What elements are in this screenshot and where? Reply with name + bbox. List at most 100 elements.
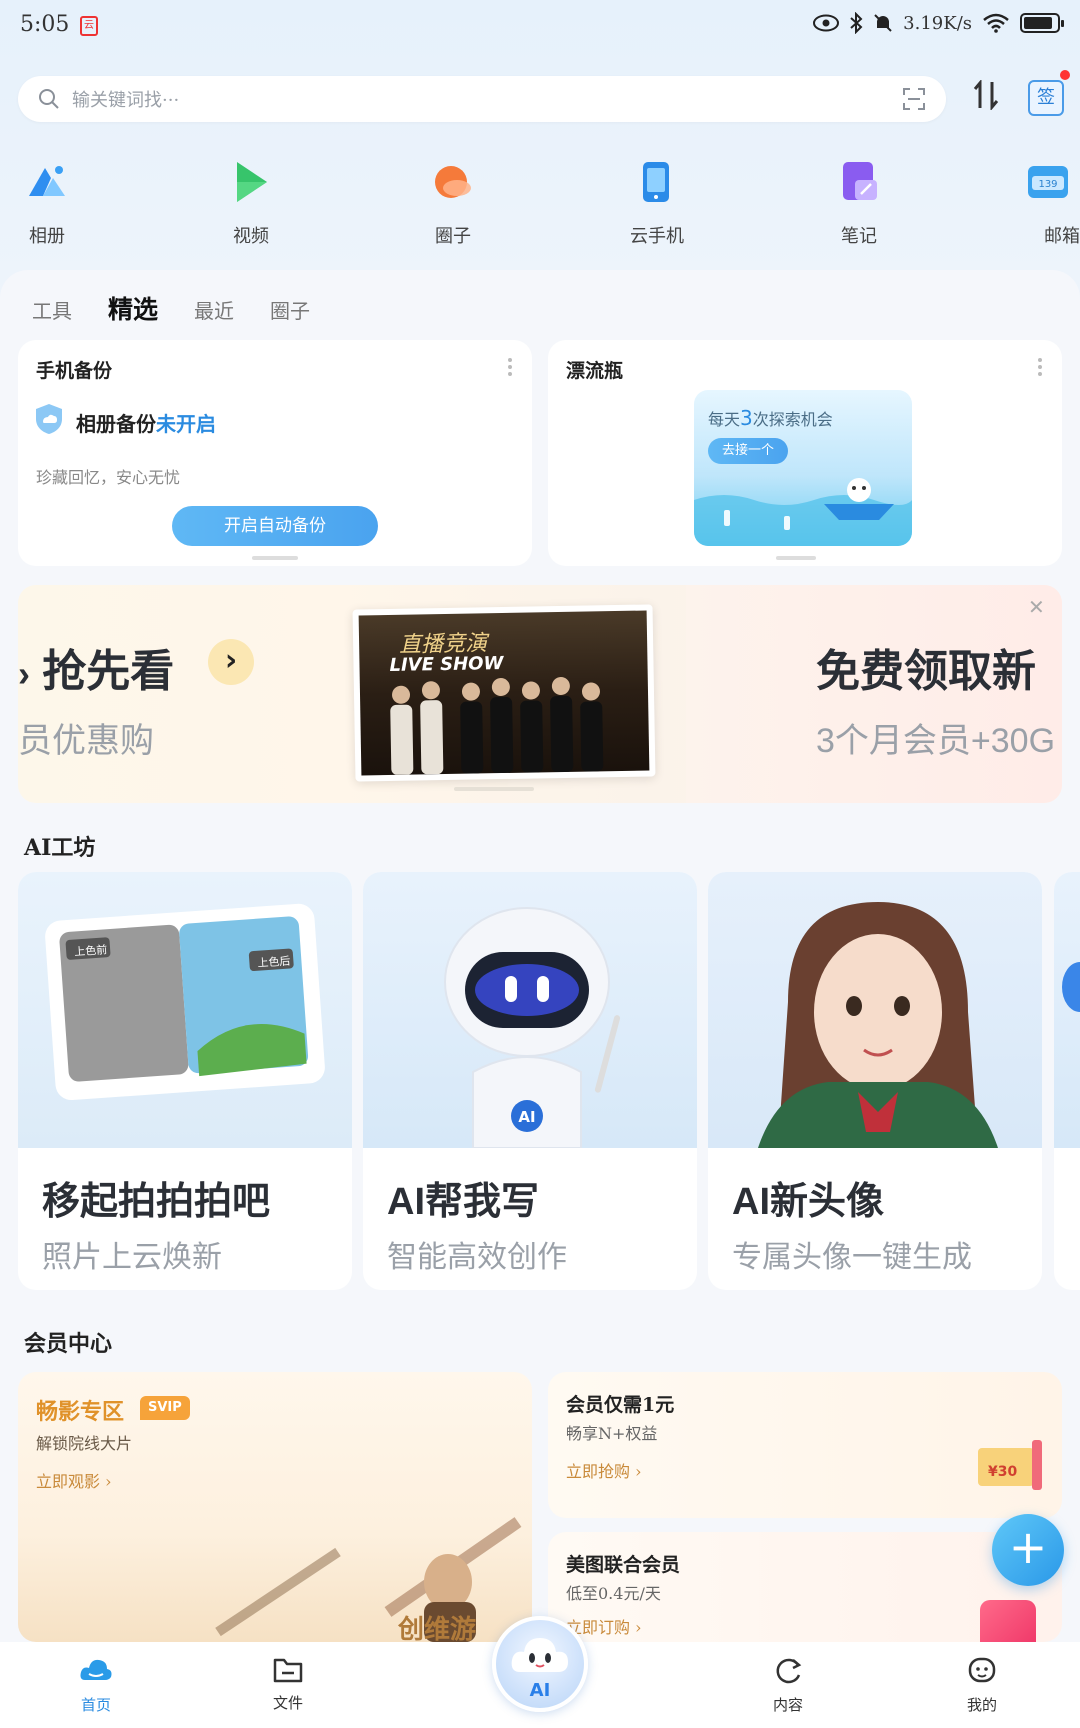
app-circle[interactable]: 圈子 (408, 158, 498, 248)
app-notification-icon: 云 (80, 16, 98, 36)
ai-card-photo-colorize[interactable]: 上色前 上色后 移起拍拍拍吧 照片上云焕新 (18, 872, 352, 1290)
svg-text:139: 139 (1038, 179, 1057, 190)
banner-left-sub: 员优惠购 (18, 722, 154, 760)
bluetooth-icon (850, 12, 863, 34)
drift-bottle-promo[interactable]: 每天3次探索机会 去接一个 (694, 390, 912, 546)
app-label: 视频 (233, 226, 269, 247)
app-mail[interactable]: 139 邮箱 (1016, 158, 1080, 248)
tab-recent[interactable]: 最近 (194, 295, 234, 324)
nav-label: 文件 (272, 1694, 303, 1712)
ai-section-title: AI工坊 (24, 835, 96, 861)
wifi-icon (983, 13, 1009, 33)
banner-carousel-indicator (454, 787, 534, 791)
watch-now-link[interactable]: 立即观影 › (36, 1468, 112, 1492)
ai-card-avatar[interactable]: AI新头像 专属头像一键生成 (708, 872, 1042, 1290)
ai-card-subtitle: 照片上云焕新 (42, 1241, 222, 1274)
add-fab-button[interactable]: + (992, 1514, 1064, 1586)
member-deal-card[interactable]: 会员仅需1元 畅享N+权益 立即抢购 › ¥30 (548, 1372, 1062, 1518)
promo-prefix: 每天 (708, 410, 741, 429)
tab-featured[interactable]: 精选 (108, 290, 158, 326)
meitu-member-card[interactable]: 美图联合会员 低至0.4元/天 立即订购 › (548, 1532, 1062, 1642)
app-label: 邮箱 (1044, 226, 1080, 247)
app-label: 相册 (29, 226, 65, 247)
nav-profile[interactable]: 我的 (942, 1656, 1022, 1715)
svip-badge: SVIP (140, 1396, 190, 1420)
live-show-poster[interactable]: 直播竞演 LIVE SHOW (352, 604, 656, 782)
more-icon[interactable] (1038, 358, 1042, 376)
nav-content[interactable]: 内容 (748, 1656, 828, 1715)
nav-label: 内容 (772, 1696, 803, 1714)
avatar-image (708, 872, 1042, 1148)
status-indicators: 3.19K/s (813, 12, 1064, 34)
buy-now-link[interactable]: 立即抢购 › (566, 1458, 642, 1482)
transfer-sort-button[interactable] (972, 78, 1000, 117)
close-icon[interactable]: ✕ (1028, 595, 1045, 619)
mail-icon: 139 (1028, 166, 1068, 198)
nav-home[interactable]: 首页 (56, 1656, 136, 1715)
content-icon (776, 1658, 802, 1684)
backup-desc: 珍藏回忆，安心无忧 (36, 468, 181, 487)
sign-in-button[interactable]: 签 (1028, 80, 1064, 116)
ai-card-title: AI帮我写 (387, 1181, 540, 1223)
album-icon (29, 166, 65, 196)
ai-nav-label: AI (529, 1680, 551, 1701)
more-icon[interactable] (508, 358, 512, 376)
notes-icon (843, 162, 877, 200)
movie-zone-card[interactable]: 畅影专区 SVIP 解锁院线大片 立即观影 › 创维游 (18, 1372, 532, 1642)
enable-backup-button[interactable]: 开启自动备份 (172, 506, 378, 546)
robot-illustration: AI (444, 907, 621, 1148)
app-album[interactable]: 相册 (2, 158, 92, 248)
app-video[interactable]: 视频 (206, 158, 296, 248)
profile-icon (968, 1657, 996, 1683)
chevron-right-icon[interactable]: › (208, 639, 254, 685)
promo-suffix: 次探索机会 (752, 410, 833, 429)
status-time: 5:05 (20, 12, 70, 37)
scan-icon[interactable] (902, 87, 926, 111)
nav-files[interactable]: 文件 (248, 1656, 328, 1713)
tab-circle[interactable]: 圈子 (270, 295, 310, 324)
backup-card-title: 手机备份 (36, 360, 113, 382)
backup-status-label: 相册备份 (76, 412, 156, 436)
backup-card[interactable]: 手机备份 相册备份未开启 珍藏回忆，安心无忧 开启自动备份 (18, 340, 532, 566)
deal-title: 会员仅需1元 (566, 1394, 675, 1416)
promo-text: 每天3次探索机会 (708, 406, 833, 430)
promo-number: 3 (740, 406, 753, 430)
folder-icon (273, 1658, 303, 1683)
movie-poster-text: 创维游 (397, 1614, 476, 1642)
backup-status-value: 未开启 (156, 412, 216, 436)
app-cloud-phone[interactable]: 云手机 (612, 158, 702, 248)
search-input[interactable]: 输关键词找··· (72, 86, 902, 112)
banner-left-title-text: 抢先看 (42, 647, 175, 696)
ai-card-next-partial[interactable] (1054, 872, 1080, 1290)
promo-banner[interactable]: › 抢先看 › 员优惠购 直播竞演 LIVE SHOW 免费领取新 3个月会员+… (18, 585, 1062, 803)
coupon-illustration: ¥30 (978, 1440, 1042, 1490)
tab-tools[interactable]: 工具 (32, 295, 72, 324)
robot-badge: AI (518, 1108, 535, 1126)
ai-card-write[interactable]: AI AI帮我写 智能高效创作 (363, 872, 697, 1290)
banner-right-sub: 3个月会员+30G (816, 722, 1056, 760)
backup-status: 相册备份未开启 (76, 408, 216, 437)
app-notes[interactable]: 笔记 (814, 158, 904, 248)
banner-right-title: 免费领取新 (816, 647, 1036, 696)
ocean-boat-illustration (694, 478, 912, 546)
photo-colorize-illustration: 上色前 上色后 (45, 903, 325, 1101)
movie-zone-title: 畅影专区 (36, 1399, 125, 1425)
carousel-indicator (252, 556, 298, 560)
member-section-title: 会员中心 (24, 1331, 113, 1357)
ai-card-subtitle: 专属头像一键生成 (732, 1241, 972, 1274)
drift-bottle-card[interactable]: 漂流瓶 每天3次探索机会 去接一个 (548, 340, 1062, 566)
banner-left-title: › 抢先看 (18, 647, 175, 696)
search-bar[interactable]: 输关键词找··· (18, 76, 946, 122)
nav-ai-assistant[interactable]: AI (492, 1616, 588, 1712)
ai-card-title: 移起拍拍拍吧 (42, 1181, 271, 1223)
content-tabs: 工具 精选 最近 圈子 (32, 290, 310, 326)
app-label: 笔记 (841, 226, 877, 247)
cloud-phone-icon (643, 162, 669, 202)
meitu-title: 美图联合会员 (566, 1554, 681, 1576)
deal-sub: 畅享N+权益 (566, 1424, 658, 1443)
robot-image: AI (363, 872, 697, 1148)
meitu-sub: 低至0.4元/天 (566, 1584, 661, 1603)
ai-card-subtitle: 智能高效创作 (387, 1241, 567, 1274)
ai-card-title: AI新头像 (732, 1181, 885, 1223)
carousel-indicator (776, 556, 816, 560)
